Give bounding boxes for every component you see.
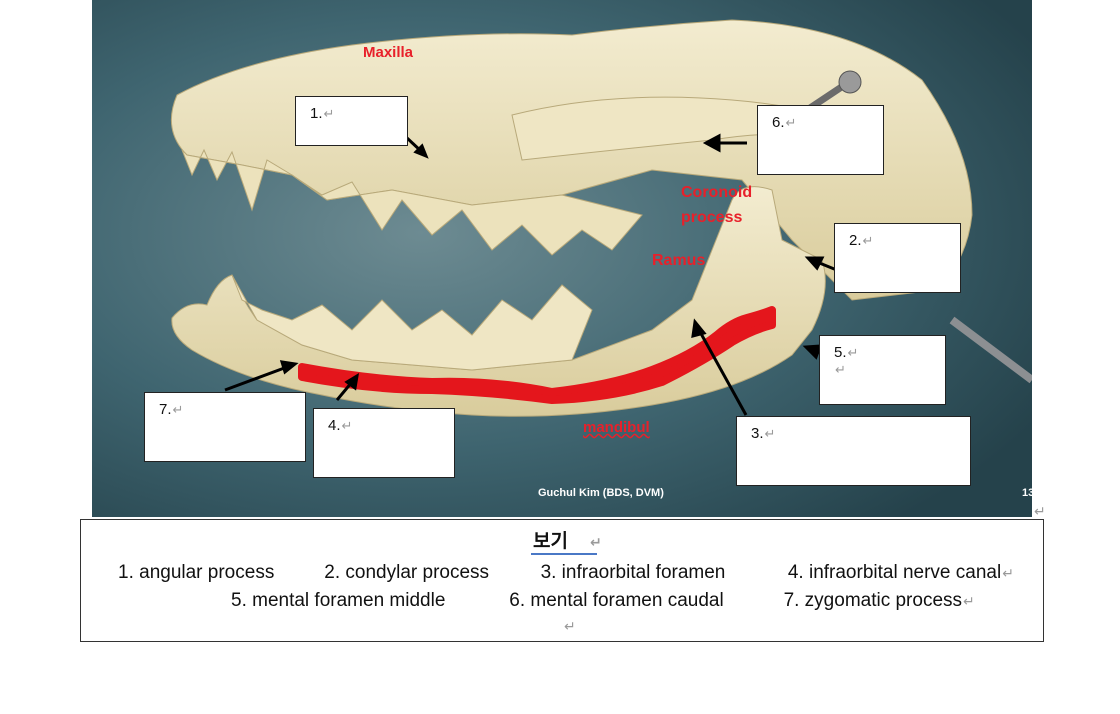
box-3-number: 3. <box>751 425 764 442</box>
legend-item-3: 3. infraorbital foramen <box>540 562 726 583</box>
answer-box-7[interactable]: 7.↵ <box>144 392 306 462</box>
paragraph-mark: ↵ <box>323 106 335 121</box>
box-1-number: 1. <box>310 105 323 122</box>
legend-title: 보기 ↵ <box>533 526 602 553</box>
box-4-number: 4. <box>328 417 341 434</box>
coronoid-line-2: process <box>681 209 743 226</box>
paragraph-mark: ↵ <box>835 362 846 377</box>
legend-item-2: 2. condylar process <box>324 562 490 583</box>
answer-box-2[interactable]: 2.↵ <box>834 223 961 293</box>
paragraph-mark: ↵ <box>172 402 184 417</box>
legend-item-7: 7. zygomatic process <box>783 590 963 611</box>
slide-number: 13 <box>1022 487 1035 499</box>
box-6-number: 6. <box>772 114 785 131</box>
coronoid-line-1: Coronoid <box>681 184 753 201</box>
legend-item-1: 1. angular process <box>118 562 275 583</box>
legend-item-5: 5. mental foramen middle <box>231 590 446 611</box>
screw-head <box>838 70 862 94</box>
mandibul-label: mandibul <box>583 419 650 436</box>
legend-row-2: 5. mental foramen middle 6. mental foram… <box>231 590 975 612</box>
answer-box-3[interactable]: 3.↵ <box>736 416 971 486</box>
legend-row-1: 1. angular process 2. condylar process 3… <box>118 562 1014 584</box>
paragraph-mark: ↵ <box>564 618 576 634</box>
ramus-label: Ramus <box>652 252 706 269</box>
paragraph-mark: ↵ <box>1002 565 1014 581</box>
paragraph-mark: ↵ <box>785 115 797 130</box>
paragraph-mark: ↵ <box>862 233 874 248</box>
photo-credit: Guchul Kim (BDS, DVM) <box>538 487 664 499</box>
box-5-number: 5. <box>834 344 847 361</box>
legend-title-text: 보기 <box>533 530 568 552</box>
legend-box: 보기 ↵ 1. angular process 2. condylar proce… <box>80 519 1044 642</box>
answer-box-5[interactable]: 5.↵ ↵ <box>819 335 946 405</box>
legend-item-6: 6. mental foramen caudal <box>509 590 724 611</box>
answer-box-6[interactable]: 6.↵ <box>757 105 884 175</box>
legend-item-4: 4. infraorbital nerve canal <box>787 562 1002 583</box>
paragraph-mark: ↵ <box>341 418 353 433</box>
paragraph-mark: ↵ <box>1034 503 1046 519</box>
paragraph-mark: ↵ <box>764 426 776 441</box>
box-7-number: 7. <box>159 401 172 418</box>
paragraph-mark: ↵ <box>589 535 602 551</box>
answer-box-1[interactable]: 1.↵ <box>295 96 408 146</box>
maxilla-label: Maxilla <box>363 44 414 61</box>
paragraph-mark: ↵ <box>963 593 975 609</box>
legend-title-underline <box>531 553 597 555</box>
coronoid-process-label: Coronoid process <box>681 180 752 230</box>
answer-box-4[interactable]: 4.↵ <box>313 408 455 478</box>
paragraph-mark: ↵ <box>847 345 859 360</box>
box-2-number: 2. <box>849 232 862 249</box>
